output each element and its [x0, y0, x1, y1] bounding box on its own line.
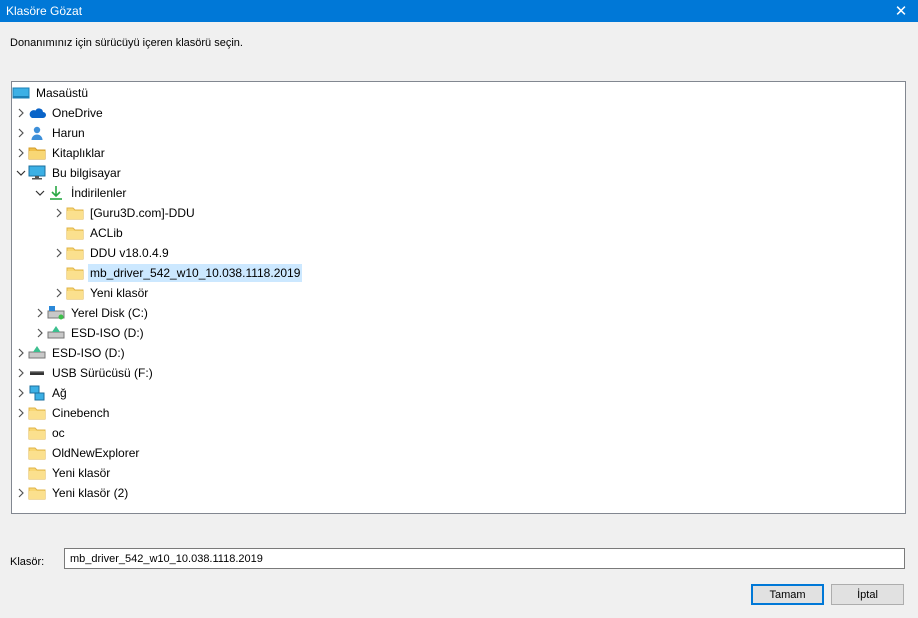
- folder-icon: [66, 225, 84, 241]
- tree-item[interactable]: Masaüstü: [12, 83, 90, 103]
- tree-item-label: mb_driver_542_w10_10.038.1118.2019: [88, 264, 303, 282]
- downloads-icon: [47, 185, 65, 201]
- folder-field-label: Klasör:: [10, 556, 45, 568]
- chevron-right-icon[interactable]: [14, 403, 28, 423]
- chevron-right-icon[interactable]: [52, 203, 66, 223]
- folder-icon: [28, 445, 46, 461]
- tree-item[interactable]: USB Sürücüsü (F:): [14, 363, 155, 383]
- tree-item[interactable]: ACLib: [52, 223, 125, 243]
- tree-item-label: ESD-ISO (D:): [52, 346, 125, 360]
- tree-item-label: Masaüstü: [36, 86, 89, 100]
- tree-item[interactable]: Yerel Disk (C:): [33, 303, 150, 323]
- tree-item[interactable]: Bu bilgisayar: [14, 163, 123, 183]
- instruction-text: Donanımınız için sürücüyü içeren klasörü…: [10, 37, 243, 49]
- chevron-right-icon[interactable]: [14, 103, 28, 123]
- tree-item-label: Kitaplıklar: [52, 146, 105, 160]
- close-icon[interactable]: ✕: [884, 0, 918, 22]
- desktop-icon: [12, 85, 30, 101]
- title-bar: Klasöre Gözat ✕: [0, 0, 918, 22]
- tree-item[interactable]: Harun: [14, 123, 87, 143]
- chevron-right-icon[interactable]: [33, 323, 47, 343]
- libraries-icon: [28, 145, 46, 161]
- tree-item-label: Cinebench: [52, 406, 110, 420]
- tree-item[interactable]: Yeni klasör: [14, 463, 112, 483]
- tree-item-label: DDU v18.0.4.9: [90, 246, 169, 260]
- tree-item-label: OldNewExplorer: [52, 446, 140, 460]
- tree-item-label: Yerel Disk (C:): [71, 306, 148, 320]
- tree-item-label: Yeni klasör: [90, 286, 149, 300]
- usb-drive-icon: [28, 365, 46, 381]
- tree-item-label: İndirilenler: [71, 186, 127, 200]
- tree-item-label: Harun: [52, 126, 85, 140]
- tree-item-label: USB Sürücüsü (F:): [52, 366, 153, 380]
- tree-item[interactable]: ESD-ISO (D:): [33, 323, 146, 343]
- tree-item[interactable]: Yeni klasör: [52, 283, 150, 303]
- window-title: Klasöre Gözat: [6, 4, 83, 18]
- chevron-right-icon[interactable]: [14, 483, 28, 503]
- chevron-right-icon[interactable]: [14, 343, 28, 363]
- chevron-right-icon[interactable]: [52, 243, 66, 263]
- folder-input[interactable]: [64, 548, 905, 569]
- folder-icon: [28, 425, 46, 441]
- folder-icon: [28, 485, 46, 501]
- tree-item-label: oc: [52, 426, 65, 440]
- tree-item[interactable]: [Guru3D.com]-DDU: [52, 203, 197, 223]
- chevron-right-icon[interactable]: [14, 123, 28, 143]
- tree-item[interactable]: Kitaplıklar: [14, 143, 107, 163]
- network-icon: [28, 385, 46, 401]
- chevron-right-icon[interactable]: [33, 303, 47, 323]
- chevron-down-icon[interactable]: [14, 163, 28, 183]
- dvd-drive-icon: [47, 325, 65, 341]
- chevron-down-icon[interactable]: [33, 183, 47, 203]
- tree-item[interactable]: OneDrive: [14, 103, 105, 123]
- folder-icon: [66, 265, 84, 281]
- tree-item[interactable]: Ağ: [14, 383, 69, 403]
- ok-button[interactable]: Tamam: [751, 584, 824, 605]
- folder-icon: [66, 205, 84, 221]
- tree-item[interactable]: ESD-ISO (D:): [14, 343, 127, 363]
- tree-item-label: Bu bilgisayar: [52, 166, 121, 180]
- windows-drive-icon: [47, 305, 65, 321]
- tree-item[interactable]: Cinebench: [14, 403, 111, 423]
- tree-item-label: Yeni klasör: [52, 466, 111, 480]
- tree-item-label: OneDrive: [52, 106, 103, 120]
- tree-item-label: [Guru3D.com]-DDU: [90, 206, 195, 220]
- user-icon: [28, 125, 46, 141]
- folder-icon: [66, 245, 84, 261]
- tree-item[interactable]: OldNewExplorer: [14, 443, 141, 463]
- folder-icon: [28, 465, 46, 481]
- onedrive-icon: [28, 105, 46, 121]
- computer-icon: [28, 165, 46, 181]
- tree-item-label: Yeni klasör (2): [52, 486, 129, 500]
- chevron-right-icon[interactable]: [14, 363, 28, 383]
- tree-item-label: Ağ: [52, 386, 67, 400]
- chevron-right-icon[interactable]: [52, 283, 66, 303]
- folder-tree[interactable]: Masaüstü OneDrive Harun Kitaplıklar Bu bilgi…: [11, 81, 906, 514]
- tree-item[interactable]: mb_driver_542_w10_10.038.1118.2019: [52, 263, 303, 283]
- chevron-right-icon[interactable]: [14, 383, 28, 403]
- cancel-button[interactable]: İptal: [831, 584, 904, 605]
- tree-item[interactable]: DDU v18.0.4.9: [52, 243, 171, 263]
- chevron-right-icon[interactable]: [14, 143, 28, 163]
- dvd-drive-icon: [28, 345, 46, 361]
- tree-item[interactable]: Yeni klasör (2): [14, 483, 130, 503]
- tree-item-label: ACLib: [90, 226, 123, 240]
- tree-item[interactable]: İndirilenler: [33, 183, 128, 203]
- tree-item-label: ESD-ISO (D:): [71, 326, 144, 340]
- folder-icon: [66, 285, 84, 301]
- folder-icon: [28, 405, 46, 421]
- tree-item[interactable]: oc: [14, 423, 67, 443]
